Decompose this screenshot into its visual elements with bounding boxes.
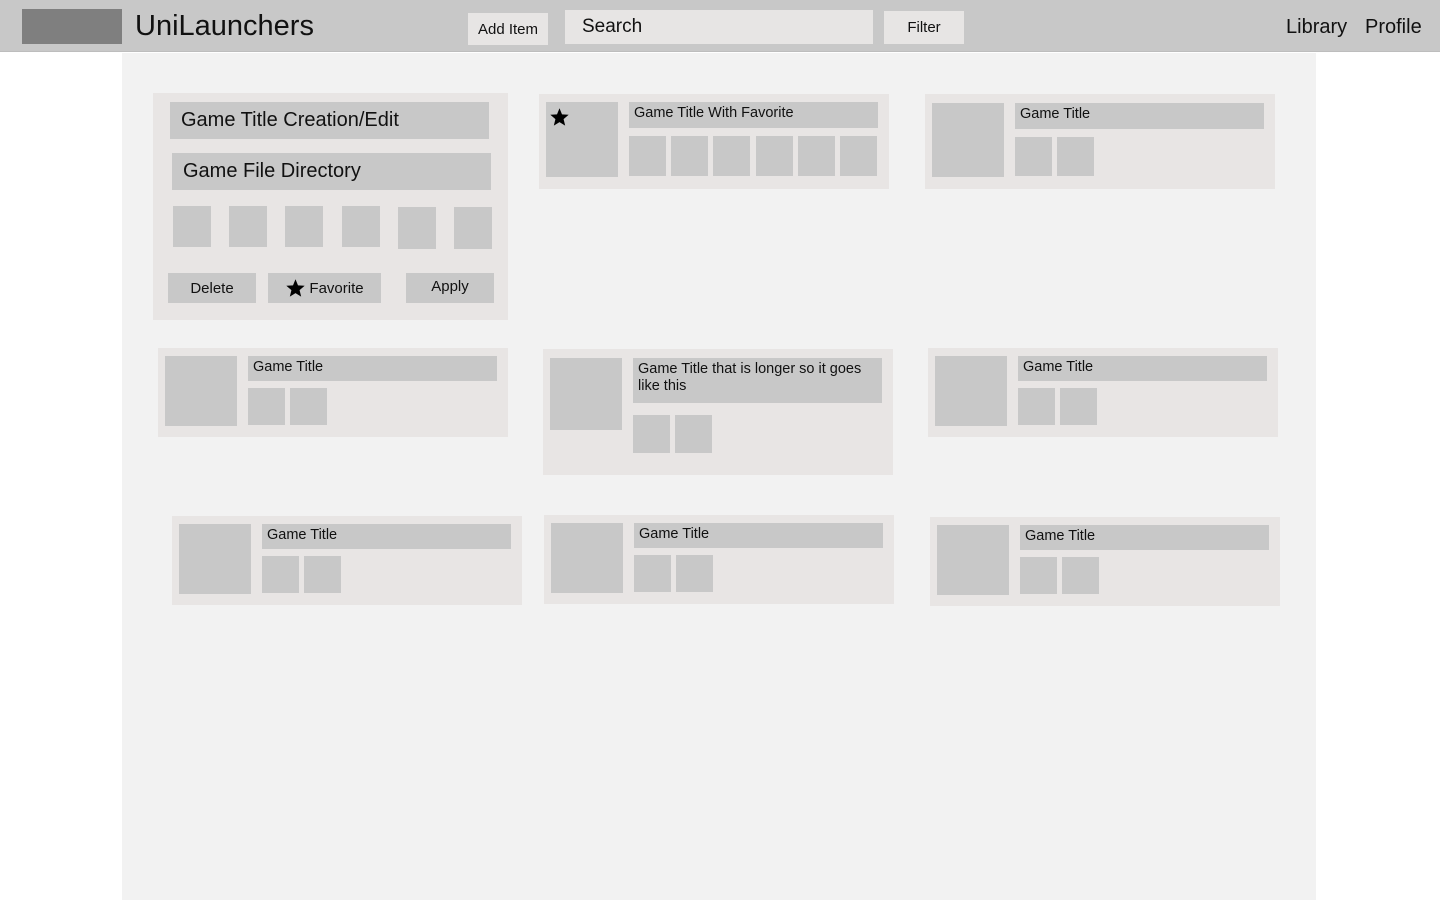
nav-profile-link[interactable]: Profile	[1365, 14, 1422, 40]
game-asset-slot	[675, 415, 712, 453]
game-asset-slot	[1020, 557, 1057, 594]
game-asset-slot	[1015, 137, 1052, 176]
game-thumbnail	[932, 103, 1004, 177]
game-asset-slot	[248, 388, 285, 425]
game-title: Game Title With Favorite	[629, 102, 878, 128]
delete-button[interactable]: Delete	[168, 273, 256, 303]
game-thumbnail	[165, 356, 237, 426]
apply-button[interactable]: Apply	[406, 273, 494, 303]
game-asset-slot	[798, 136, 835, 176]
game-asset-slot	[633, 415, 670, 453]
editor-asset-slot[interactable]	[398, 207, 436, 249]
game-asset-slot	[713, 136, 750, 176]
game-title: Game Title	[1020, 525, 1269, 550]
game-asset-slot	[262, 556, 299, 593]
game-asset-slot	[304, 556, 341, 593]
game-thumbnail	[935, 356, 1007, 426]
game-asset-slot	[634, 555, 671, 592]
game-title: Game Title	[1018, 356, 1267, 381]
filter-button[interactable]: Filter	[884, 11, 964, 44]
game-asset-slot	[1057, 137, 1094, 176]
game-asset-slot	[1018, 388, 1055, 425]
game-title: Game Title that is longer so it goes lik…	[633, 358, 882, 403]
game-thumbnail	[937, 525, 1009, 595]
editor-asset-slot[interactable]	[285, 206, 323, 247]
nav-library-link[interactable]: Library	[1286, 14, 1347, 40]
game-title-input[interactable]: Game Title Creation/Edit	[170, 102, 489, 139]
game-title: Game Title	[262, 524, 511, 549]
game-asset-slot	[671, 136, 708, 176]
game-asset-slot	[756, 136, 793, 176]
favorite-star-icon	[549, 107, 570, 127]
logo-image[interactable]	[22, 9, 122, 44]
game-thumbnail	[550, 358, 622, 430]
favorite-label: Favorite	[309, 279, 364, 297]
game-asset-slot	[629, 136, 666, 176]
game-directory-input[interactable]: Game File Directory	[172, 153, 491, 190]
star-icon	[285, 278, 306, 298]
app-title: UniLaunchers	[135, 10, 314, 42]
editor-asset-slot[interactable]	[342, 206, 380, 247]
search-input[interactable]: Search	[565, 10, 873, 44]
game-title: Game Title	[634, 523, 883, 548]
game-asset-slot	[1060, 388, 1097, 425]
game-asset-slot	[1062, 557, 1099, 594]
game-asset-slot	[676, 555, 713, 592]
game-thumbnail	[179, 524, 251, 594]
favorite-button[interactable]: Favorite	[268, 273, 381, 303]
game-title: Game Title	[1015, 103, 1264, 129]
game-thumbnail	[551, 523, 623, 593]
game-asset-slot	[290, 388, 327, 425]
game-asset-slot	[840, 136, 877, 176]
add-item-button[interactable]: Add Item	[468, 13, 548, 45]
editor-asset-slot[interactable]	[229, 206, 267, 247]
editor-asset-slot[interactable]	[454, 207, 492, 249]
game-title: Game Title	[248, 356, 497, 381]
editor-asset-slot[interactable]	[173, 206, 211, 247]
